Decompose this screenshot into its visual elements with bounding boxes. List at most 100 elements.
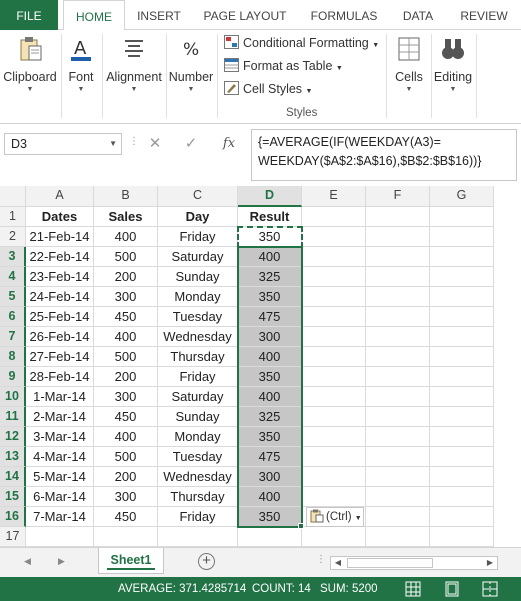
cell-b10[interactable]: 300: [94, 387, 158, 407]
cell-d9[interactable]: 350: [238, 367, 302, 387]
cell-e9[interactable]: [302, 367, 366, 387]
cell-g14[interactable]: [430, 467, 494, 487]
row-header-3[interactable]: 3: [0, 247, 26, 267]
cell-f9[interactable]: [366, 367, 430, 387]
cell-e8[interactable]: [302, 347, 366, 367]
clipboard-group[interactable]: Clipboard ▼: [0, 30, 60, 122]
column-header-e[interactable]: E: [302, 186, 366, 207]
cell-a4[interactable]: 23-Feb-14: [26, 267, 94, 287]
row-header-9[interactable]: 9: [0, 367, 26, 387]
cell-b5[interactable]: 300: [94, 287, 158, 307]
cell-f8[interactable]: [366, 347, 430, 367]
conditional-formatting-button[interactable]: Conditional Formatting ▼: [224, 33, 379, 53]
cell-f10[interactable]: [366, 387, 430, 407]
cell-a11[interactable]: 2-Mar-14: [26, 407, 94, 427]
tab-splitter-icon[interactable]: ⋮: [316, 554, 326, 565]
row-header-16[interactable]: 16: [0, 507, 26, 527]
row-header-11[interactable]: 11: [0, 407, 26, 427]
paste-options-button[interactable]: (Ctrl) ▼: [306, 507, 364, 527]
cell-a1[interactable]: Dates: [26, 207, 94, 227]
cell-b15[interactable]: 300: [94, 487, 158, 507]
page-break-preview-icon[interactable]: [482, 581, 498, 597]
add-sheet-icon[interactable]: +: [198, 553, 215, 570]
cell-b6[interactable]: 450: [94, 307, 158, 327]
formula-input[interactable]: {=AVERAGE(IF(WEEKDAY(A3)= WEEKDAY($A$2:$…: [251, 129, 517, 181]
horizontal-scrollbar[interactable]: ◀ ▶: [330, 556, 498, 570]
cell-g5[interactable]: [430, 287, 494, 307]
cell-d10[interactable]: 400: [238, 387, 302, 407]
cell-g6[interactable]: [430, 307, 494, 327]
cell-c12[interactable]: Monday: [158, 427, 238, 447]
cell-f12[interactable]: [366, 427, 430, 447]
cell-e6[interactable]: [302, 307, 366, 327]
cell-d15[interactable]: 400: [238, 487, 302, 507]
tab-formulas[interactable]: FORMULAS: [304, 0, 384, 30]
cell-c15[interactable]: Thursday: [158, 487, 238, 507]
cell-a10[interactable]: 1-Mar-14: [26, 387, 94, 407]
cell-c16[interactable]: Friday: [158, 507, 238, 527]
alignment-group[interactable]: Alignment ▼: [104, 30, 164, 122]
cell-b14[interactable]: 200: [94, 467, 158, 487]
cell-e5[interactable]: [302, 287, 366, 307]
cell-c8[interactable]: Thursday: [158, 347, 238, 367]
cell-d5[interactable]: 350: [238, 287, 302, 307]
cell-g4[interactable]: [430, 267, 494, 287]
column-header-d[interactable]: D: [238, 186, 302, 207]
cell-d12[interactable]: 350: [238, 427, 302, 447]
cell-d14[interactable]: 300: [238, 467, 302, 487]
column-header-g[interactable]: G: [430, 186, 494, 207]
cell-a17[interactable]: [26, 527, 94, 547]
row-header-17[interactable]: 17: [0, 527, 26, 547]
row-header-5[interactable]: 5: [0, 287, 26, 307]
name-box[interactable]: D3 ▼: [4, 133, 122, 155]
cell-c7[interactable]: Wednesday: [158, 327, 238, 347]
cell-d11[interactable]: 325: [238, 407, 302, 427]
cell-f1[interactable]: [366, 207, 430, 227]
cell-a5[interactable]: 24-Feb-14: [26, 287, 94, 307]
number-group[interactable]: % Number ▼: [167, 30, 215, 122]
tab-file[interactable]: FILE: [0, 0, 58, 30]
cell-f4[interactable]: [366, 267, 430, 287]
cell-f5[interactable]: [366, 287, 430, 307]
cell-e4[interactable]: [302, 267, 366, 287]
cell-f16[interactable]: [366, 507, 430, 527]
cell-f6[interactable]: [366, 307, 430, 327]
cell-a12[interactable]: 3-Mar-14: [26, 427, 94, 447]
cell-b4[interactable]: 200: [94, 267, 158, 287]
cell-d4[interactable]: 325: [238, 267, 302, 287]
row-header-6[interactable]: 6: [0, 307, 26, 327]
cell-b1[interactable]: Sales: [94, 207, 158, 227]
cell-a3[interactable]: 22-Feb-14: [26, 247, 94, 267]
cell-a2[interactable]: 21-Feb-14: [26, 227, 94, 247]
scroll-right-arrow-icon[interactable]: ▶: [483, 557, 497, 569]
sheet-tab-sheet1[interactable]: Sheet1: [98, 548, 164, 574]
page-layout-view-icon[interactable]: [444, 581, 460, 597]
cell-d7[interactable]: 300: [238, 327, 302, 347]
cell-e10[interactable]: [302, 387, 366, 407]
cell-b7[interactable]: 400: [94, 327, 158, 347]
cell-e2[interactable]: [302, 227, 366, 247]
column-header-c[interactable]: C: [158, 186, 238, 207]
column-header-f[interactable]: F: [366, 186, 430, 207]
cell-c4[interactable]: Sunday: [158, 267, 238, 287]
cell-g12[interactable]: [430, 427, 494, 447]
cell-b11[interactable]: 450: [94, 407, 158, 427]
cell-f2[interactable]: [366, 227, 430, 247]
cell-c13[interactable]: Tuesday: [158, 447, 238, 467]
cell-d6[interactable]: 475: [238, 307, 302, 327]
cancel-icon[interactable]: ✕: [142, 133, 168, 155]
cell-g13[interactable]: [430, 447, 494, 467]
cell-e3[interactable]: [302, 247, 366, 267]
cell-b16[interactable]: 450: [94, 507, 158, 527]
cell-a9[interactable]: 28-Feb-14: [26, 367, 94, 387]
cell-f14[interactable]: [366, 467, 430, 487]
cell-a15[interactable]: 6-Mar-14: [26, 487, 94, 507]
row-header-4[interactable]: 4: [0, 267, 26, 287]
scroll-right-icon[interactable]: ▶: [58, 556, 65, 567]
cell-e12[interactable]: [302, 427, 366, 447]
cell-d3[interactable]: 400: [238, 247, 302, 267]
cell-c1[interactable]: Day: [158, 207, 238, 227]
cell-g2[interactable]: [430, 227, 494, 247]
cell-e13[interactable]: [302, 447, 366, 467]
cell-c3[interactable]: Saturday: [158, 247, 238, 267]
